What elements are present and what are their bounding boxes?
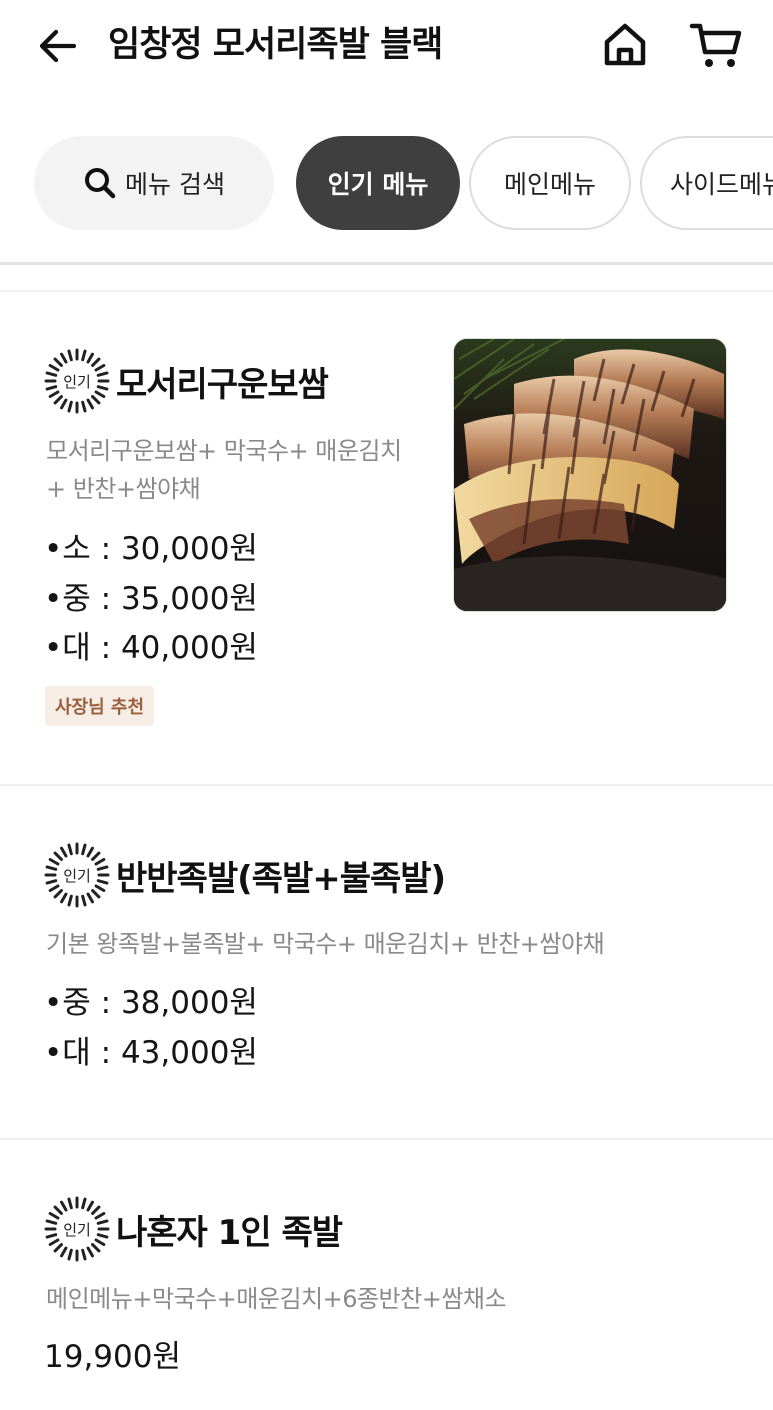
description-line: + 반찬+쌈야채 [46,475,201,503]
menu-item-title-row: 인기 모서리구운보쌈 [44,348,329,414]
popular-badge-text: 인기 [63,866,91,885]
menu-item-name: 나혼자 1인 족발 [116,1212,343,1253]
description-line: 모서리구운보쌈+ 막국수+ 매운김치 [46,437,402,465]
menu-item-name: 모서리구운보쌈 [116,364,329,405]
bossam-food-image [454,339,726,611]
popular-badge-text: 인기 [63,1220,91,1239]
owner-recommend-badge: 사장님 추천 [45,686,154,726]
menu-item-price: •대 : 40,000원 [44,630,258,666]
menu-item-description: 모서리구운보쌈+ 막국수+ 매운김치 + 반찬+쌈야채 [46,432,436,508]
popular-badge-icon: 인기 [44,842,110,908]
description-line: 기본 왕족발+불족발+ 막국수+ 매운김치+ 반찬+쌈야채 [46,930,605,958]
menu-item-description: 메인메뉴+막국수+매운김치+6종반찬+쌈채소 [46,1280,766,1318]
menu-item-photo[interactable] [453,338,727,612]
menu-item-3[interactable]: 인기 나혼자 1인 족발 메인메뉴+막국수+매운김치+6종반찬+쌈채소 19,9… [0,1140,773,1410]
popular-badge-icon: 인기 [44,1196,110,1262]
menu-item-title-row: 인기 반반족발(족발+불족발) [44,842,446,908]
menu-item-price: •소 : 30,000원 [44,531,258,567]
description-line: 메인메뉴+막국수+매운김치+6종반찬+쌈채소 [46,1285,507,1313]
menu-item-name: 반반족발(족발+불족발) [116,858,446,899]
menu-item-title-row: 인기 나혼자 1인 족발 [44,1196,343,1262]
popular-badge-icon: 인기 [44,348,110,414]
menu-item-price: •대 : 43,000원 [44,1035,258,1071]
popular-badge-text: 인기 [63,372,91,391]
menu-item-2[interactable]: 인기 반반족발(족발+불족발) 기본 왕족발+불족발+ 막국수+ 매운김치+ 반… [0,786,773,1138]
menu-item-1[interactable]: 인기 모서리구운보쌈 모서리구운보쌈+ 막국수+ 매운김치 + 반찬+쌈야채 •… [0,0,773,785]
menu-item-price: 19,900원 [44,1339,181,1375]
menu-item-price: •중 : 38,000원 [44,985,258,1021]
menu-item-description: 기본 왕족발+불족발+ 막국수+ 매운김치+ 반찬+쌈야채 [46,925,766,963]
menu-item-price: •중 : 35,000원 [44,581,258,617]
